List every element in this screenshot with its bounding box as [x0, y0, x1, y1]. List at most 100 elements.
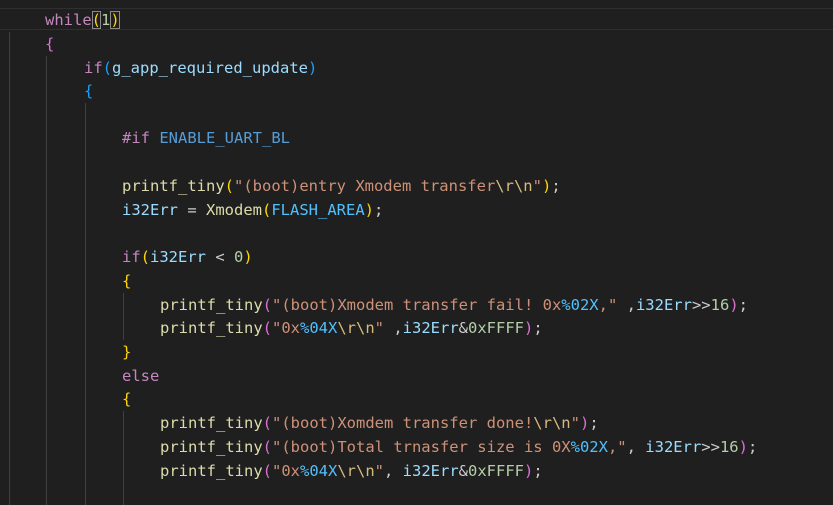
code-token: ( [91, 11, 102, 29]
code-token: ) [524, 319, 534, 337]
code-token: ; [589, 414, 599, 432]
code-token: ) [738, 438, 748, 456]
code-token: & [458, 462, 469, 480]
code-token: printf_tiny [160, 438, 263, 456]
code-token: } [122, 343, 132, 361]
code-token: 0xFFFF [468, 462, 525, 480]
code-token: ," [607, 438, 627, 456]
code-token: "0x [272, 462, 300, 480]
code-token: ( [262, 438, 272, 456]
code-token: ; [747, 438, 758, 456]
code-line[interactable]: } [122, 340, 131, 364]
code-line[interactable]: i32Err = Xmodem(FLASH_AREA); [122, 198, 383, 222]
code-token: printf_tiny [160, 296, 263, 314]
code-token: ( [102, 59, 113, 77]
code-line[interactable]: printf_tiny("(boot)Total trnasfer size i… [160, 435, 757, 459]
code-token: { [45, 35, 55, 53]
code-token: i32Err [635, 296, 692, 314]
code-token: >> [691, 296, 711, 314]
code-token: { [122, 390, 132, 408]
code-line[interactable]: else [122, 364, 159, 388]
code-line[interactable]: if(i32Err < 0) [122, 245, 253, 269]
indent-guide [9, 32, 10, 505]
code-token: , [617, 296, 636, 314]
code-token: \r\n [337, 319, 375, 337]
code-token: "(boot)entry Xmodem transfer [234, 177, 496, 195]
code-line[interactable]: { [84, 79, 93, 103]
code-token: 16 [719, 438, 739, 456]
code-token: ( [262, 462, 272, 480]
code-token: "(boot)Xomdem transfer done! [272, 414, 534, 432]
code-token: ; [374, 201, 384, 219]
code-token: printf_tiny [160, 319, 263, 337]
code-token: \r\n [337, 462, 375, 480]
code-token: ) [110, 11, 120, 29]
code-token: printf_tiny [160, 462, 263, 480]
code-token: ) [524, 462, 534, 480]
code-token: ," [598, 296, 618, 314]
code-line[interactable]: printf_tiny("0x%04X\r\n" ,i32Err&0xFFFF)… [160, 316, 543, 340]
code-token: i32Err [150, 248, 207, 266]
code-token: "(boot)Total trnasfer size is 0X [272, 438, 571, 456]
code-token: " [532, 177, 542, 195]
code-token: & [458, 319, 469, 337]
code-token: %02X [570, 438, 608, 456]
code-token: >> [701, 438, 720, 456]
code-token: < [206, 248, 235, 266]
code-token: i32Err [402, 319, 459, 337]
code-token: %04X [300, 462, 338, 480]
code-token: ( [262, 414, 272, 432]
code-token: , [384, 462, 403, 480]
code-token: ; [738, 296, 748, 314]
code-line[interactable]: if(g_app_required_update) [84, 56, 317, 80]
current-line-highlight [0, 8, 833, 30]
code-token: 0 [234, 248, 244, 266]
code-token: if [84, 59, 103, 77]
indent-guide [46, 56, 47, 505]
code-token: while [45, 11, 92, 29]
code-token: ; [533, 462, 543, 480]
indent-guide [85, 103, 86, 505]
code-token: g_app_required_update [112, 59, 308, 77]
code-line[interactable]: printf_tiny("0x%04X\r\n", i32Err&0xFFFF)… [160, 459, 543, 483]
code-token: " [374, 462, 384, 480]
code-token: ; [551, 177, 561, 195]
code-token: ) [307, 59, 318, 77]
code-token: 1 [101, 11, 111, 29]
code-line[interactable]: { [122, 269, 131, 293]
code-token: = [178, 201, 206, 219]
code-token: \r\n [495, 177, 533, 195]
code-line[interactable]: #if ENABLE_UART_BL [122, 126, 290, 150]
code-line[interactable]: { [45, 32, 54, 56]
code-token: Xmodem [206, 201, 262, 219]
code-token: ; [533, 319, 543, 337]
code-token: ENABLE_UART_BL [159, 129, 290, 147]
code-token: { [122, 272, 132, 290]
code-token: 16 [710, 296, 730, 314]
code-token: i32Err [122, 201, 178, 219]
code-line[interactable]: { [122, 387, 131, 411]
code-token: else [122, 367, 160, 385]
code-token: \r\n [533, 414, 571, 432]
indent-guide [123, 293, 124, 340]
code-token: { [84, 82, 94, 100]
code-token: %02X [561, 296, 599, 314]
code-token: " [570, 414, 580, 432]
code-line[interactable]: printf_tiny("(boot)entry Xmodem transfer… [122, 174, 561, 198]
code-token: ) [729, 296, 739, 314]
code-token: printf_tiny [122, 177, 225, 195]
code-editor[interactable]: while(1){if(g_app_required_update){#if E… [0, 0, 833, 505]
code-token: i32Err [402, 462, 459, 480]
code-line[interactable]: printf_tiny("(boot)Xmodem transfer fail!… [160, 293, 748, 317]
code-token: ( [140, 248, 151, 266]
code-token: ( [262, 296, 272, 314]
code-token: "(boot)Xmodem transfer fail! 0x [272, 296, 562, 314]
code-token: 0xFFFF [468, 319, 525, 337]
code-token: ) [541, 177, 552, 195]
code-token: ) [243, 248, 253, 266]
code-line[interactable]: while(1) [45, 8, 120, 32]
code-line[interactable]: printf_tiny("(boot)Xomdem transfer done!… [160, 411, 599, 435]
code-token: #if [122, 129, 150, 147]
code-token: " [374, 319, 384, 337]
